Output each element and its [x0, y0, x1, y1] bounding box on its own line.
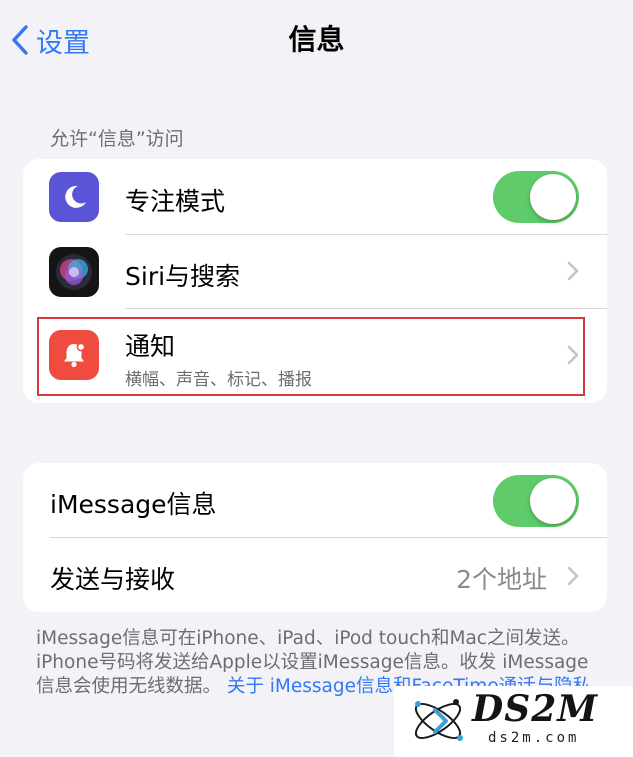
moon-icon	[49, 172, 99, 222]
imessage-row: iMessage信息	[23, 463, 607, 538]
atom-logo-icon	[414, 699, 463, 741]
focus-row: 专注模式	[23, 159, 607, 235]
watermark-site: ds2m.com	[488, 730, 580, 746]
send-receive-value: 2个地址	[456, 565, 547, 594]
siri-row[interactable]: Siri与搜索	[23, 235, 607, 309]
imessage-toggle[interactable]	[493, 475, 579, 527]
toggle-knob	[530, 478, 576, 524]
send-receive-label: 发送与接收	[50, 565, 176, 594]
notifications-highlight-box	[37, 317, 585, 396]
focus-label: 专注模式	[125, 187, 226, 216]
watermark-brand: DS2M	[472, 688, 599, 730]
section-header-allow-access: 允许“信息”访问	[50, 128, 184, 150]
chevron-right-icon	[567, 261, 579, 281]
focus-toggle[interactable]	[493, 171, 579, 223]
siri-label: Siri与搜索	[125, 262, 241, 291]
navigation-bar: 设置 信息	[0, 0, 633, 80]
send-receive-row[interactable]: 发送与接收 2个地址	[23, 538, 607, 612]
toggle-knob	[530, 174, 576, 220]
imessage-label: iMessage信息	[50, 490, 217, 519]
siri-icon	[49, 247, 99, 297]
chevron-right-icon	[567, 566, 579, 586]
watermark: DS2M ds2m.com	[394, 686, 633, 757]
imessage-settings-group: iMessage信息 发送与接收 2个地址	[23, 463, 607, 612]
page-title: 信息	[288, 23, 345, 56]
